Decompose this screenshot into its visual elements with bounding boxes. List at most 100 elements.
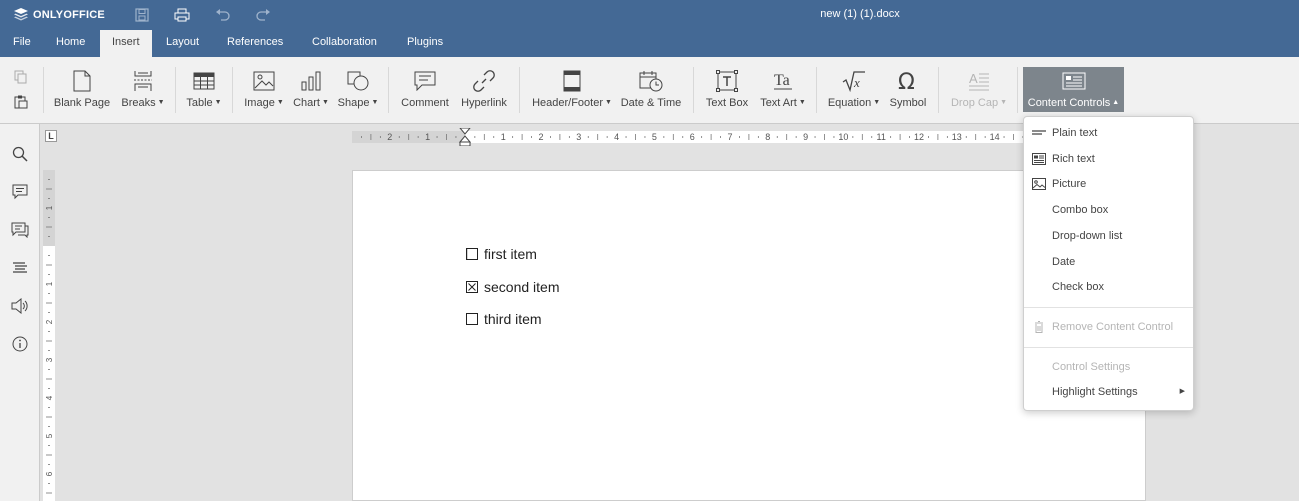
shape-button[interactable]: Shape ▼ <box>336 67 380 115</box>
blank-page-button[interactable]: Blank Page <box>52 67 112 115</box>
text-box-label: Text Box <box>705 97 749 109</box>
save-icon[interactable] <box>132 6 152 24</box>
menu-item-combo-box[interactable]: Combo box <box>1024 199 1193 221</box>
search-icon[interactable] <box>11 145 29 163</box>
redo-icon[interactable] <box>253 6 273 24</box>
blank-page-icon <box>73 67 91 95</box>
feedback-speaker-icon[interactable] <box>11 297 29 315</box>
toolbar-separator <box>43 67 44 113</box>
tab-insert[interactable]: Insert <box>100 30 152 57</box>
tab-home[interactable]: Home <box>44 30 97 57</box>
chat-icon[interactable] <box>11 221 29 239</box>
svg-text:Ta: Ta <box>774 72 790 89</box>
menu-separator <box>1024 347 1193 348</box>
ruler-label: 2 <box>387 132 392 142</box>
tab-collaboration[interactable]: Collaboration <box>300 30 389 57</box>
menu-item-label: Date <box>1052 256 1076 268</box>
picture-icon <box>1032 178 1046 190</box>
checkbox-unchecked-icon[interactable] <box>466 248 478 260</box>
navigation-icon[interactable] <box>11 259 29 277</box>
comments-icon[interactable] <box>11 183 29 201</box>
chevron-down-icon: ▼ <box>873 99 881 106</box>
ruler-label: 6 <box>690 132 695 142</box>
vertical-ruler[interactable]: 1 1 2 3 4 5 6 <box>42 170 56 501</box>
toolbar-separator <box>1017 67 1018 113</box>
ruler-label: 5 <box>45 433 54 438</box>
text-art-icon: Ta <box>772 67 794 95</box>
horizontal-ruler[interactable]: 2 1 1 2 3 4 5 6 7 8 9 10 11 12 13 14 <box>352 128 1042 146</box>
table-button[interactable]: Table ▼ <box>183 67 225 115</box>
menu-item-picture[interactable]: Picture <box>1024 173 1193 195</box>
ruler-label: 1 <box>425 132 430 142</box>
tab-layout[interactable]: Layout <box>154 30 211 57</box>
left-panel <box>0 124 40 501</box>
date-time-button[interactable]: Date & Time <box>619 67 683 115</box>
tab-plugins[interactable]: Plugins <box>395 30 455 57</box>
ruler-label: 1 <box>501 132 506 142</box>
menu-item-label: Combo box <box>1052 204 1109 216</box>
date-time-icon <box>639 67 663 95</box>
list-item[interactable]: second item <box>466 279 559 295</box>
list-item[interactable]: third item <box>466 311 542 327</box>
equation-button[interactable]: x Equation ▼ <box>826 67 882 115</box>
menu-item-label: Control Settings <box>1052 361 1131 373</box>
hyperlink-button[interactable]: Hyperlink <box>458 67 510 115</box>
symbol-button[interactable]: Ω Symbol <box>887 67 929 115</box>
ruler-label: 9 <box>803 132 808 142</box>
text-box-button[interactable]: Text Box <box>704 67 750 115</box>
svg-text:x: x <box>853 75 860 90</box>
tab-stop-selector[interactable]: L <box>45 130 57 142</box>
ruler-label: 3 <box>576 132 581 142</box>
blank-page-label: Blank Page <box>53 97 111 109</box>
menu-item-control-settings[interactable]: Control Settings <box>1024 356 1193 378</box>
app-brand: ONLYOFFICE <box>33 8 105 21</box>
ruler-label: 1 <box>45 205 54 210</box>
table-label: Table <box>186 97 213 109</box>
image-icon <box>253 67 275 95</box>
tab-references[interactable]: References <box>215 30 295 57</box>
menu-item-rich-text[interactable]: Rich text <box>1024 148 1193 170</box>
equation-label: Equation <box>827 97 872 109</box>
comment-label: Comment <box>401 97 449 109</box>
breaks-button[interactable]: Breaks ▼ <box>118 67 168 115</box>
image-button[interactable]: Image ▼ <box>242 67 286 115</box>
comment-icon <box>414 67 436 95</box>
checkbox-checked-icon[interactable] <box>466 281 478 293</box>
tab-file[interactable]: File <box>1 30 43 57</box>
app-logo: ONLYOFFICE <box>14 8 105 21</box>
menu-item-label: Plain text <box>1052 127 1098 139</box>
menu-item-plain-text[interactable]: Plain text <box>1024 122 1193 144</box>
menu-item-remove-content-control[interactable]: Remove Content Control <box>1024 316 1193 338</box>
content-controls-menu: Plain text Rich text Picture Combo box D… <box>1023 116 1194 411</box>
trash-icon <box>1035 321 1043 333</box>
shape-label: Shape <box>337 97 370 109</box>
drop-cap-icon: A <box>968 67 990 95</box>
header-footer-label: Header/Footer <box>532 97 603 109</box>
checkbox-unchecked-icon[interactable] <box>466 313 478 325</box>
svg-text:Ω: Ω <box>898 70 915 92</box>
date-time-label: Date & Time <box>620 97 682 109</box>
menu-item-date[interactable]: Date <box>1024 251 1193 273</box>
text-art-button[interactable]: Ta Text Art ▼ <box>758 67 808 115</box>
copy-icon[interactable] <box>12 68 30 86</box>
print-icon[interactable] <box>172 6 192 24</box>
header-footer-button[interactable]: Header/Footer ▼ <box>529 67 615 115</box>
ruler-label: 7 <box>727 132 732 142</box>
menu-item-check-box[interactable]: Check box <box>1024 276 1193 298</box>
chart-button[interactable]: Chart ▼ <box>291 67 331 115</box>
drop-cap-label: Drop Cap <box>950 97 999 109</box>
menu-item-highlight-settings[interactable]: Highlight Settings ▶ <box>1024 381 1193 403</box>
content-controls-icon <box>1062 67 1086 95</box>
chevron-down-icon: ▼ <box>321 99 329 106</box>
menu-item-label: Highlight Settings <box>1052 386 1138 398</box>
content-controls-button[interactable]: Content Controls ▲ <box>1023 67 1124 112</box>
menu-item-dropdown-list[interactable]: Drop-down list <box>1024 225 1193 247</box>
undo-icon[interactable] <box>213 6 233 24</box>
comment-button[interactable]: Comment <box>398 67 452 115</box>
ruler-label: 4 <box>45 395 54 400</box>
list-item[interactable]: first item <box>466 246 537 262</box>
ruler-label: 11 <box>877 132 886 142</box>
paste-icon[interactable] <box>12 93 30 111</box>
drop-cap-button[interactable]: A Drop Cap ▼ <box>948 67 1010 115</box>
about-info-icon[interactable] <box>11 335 29 353</box>
